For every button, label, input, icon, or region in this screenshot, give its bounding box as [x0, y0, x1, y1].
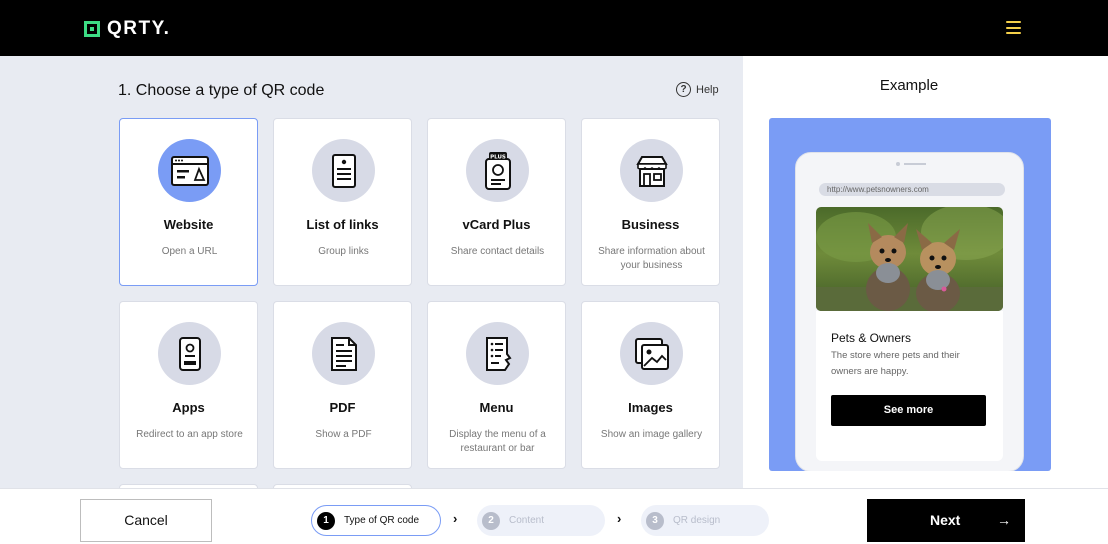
plus-badge: PLUS: [490, 154, 506, 160]
icon-circle: PLUS: [466, 139, 529, 202]
shop-name: Pets & Owners: [831, 331, 912, 345]
card-description: Open a URL: [161, 246, 218, 257]
question-mark-icon: ?: [676, 82, 691, 97]
images-gallery-icon: [634, 337, 669, 370]
icon-circle: [312, 322, 375, 385]
icon-circle: [620, 139, 683, 202]
shop-card: Pets & Owners The store where pets and t…: [816, 311, 1003, 461]
card-title: Business: [621, 217, 680, 232]
card-menu[interactable]: Menu Display the menu of a restaurant or…: [427, 301, 566, 469]
icon-circle: [158, 139, 221, 202]
icon-circle: [312, 139, 375, 202]
card-title: Images: [628, 400, 673, 415]
pdf-document-icon: [330, 336, 357, 371]
step-label: QR design: [673, 515, 721, 526]
url-bar: http://www.petsnowners.com: [819, 183, 1005, 196]
example-title: Example: [879, 77, 939, 94]
website-icon: [170, 155, 209, 186]
card-description: Show an image gallery: [600, 429, 703, 440]
card-list-of-links[interactable]: List of links Group links: [273, 118, 412, 286]
bottom-footer: Cancel 1 Type of QR code › 2 Content › 3…: [0, 488, 1108, 544]
pets-photo: [816, 207, 1003, 311]
qr-type-panel: 1. Choose a type of QR code ? Help Websi…: [0, 56, 743, 488]
step-number: 2: [482, 511, 500, 530]
section-title: 1. Choose a type of QR code: [118, 82, 325, 99]
logo[interactable]: QRTY.: [84, 18, 170, 40]
card-title: PDF: [329, 400, 356, 415]
card-title: vCard Plus: [462, 217, 531, 232]
step-content[interactable]: 2 Content: [477, 505, 605, 536]
step-type-of-qr-code[interactable]: 1 Type of QR code: [311, 505, 441, 536]
step-qr-design[interactable]: 3 QR design: [641, 505, 769, 536]
card-pdf[interactable]: PDF Show a PDF: [273, 301, 412, 469]
see-more-button[interactable]: See more: [831, 395, 986, 426]
business-storefront-icon: [635, 155, 668, 187]
card-business[interactable]: Business Share information about your bu…: [581, 118, 720, 286]
example-panel: Example http://www.petsnowners.com Pets …: [743, 56, 1108, 488]
card-description: Display the menu of a restaurant or bar: [449, 429, 546, 454]
chevron-right-icon: ›: [453, 511, 458, 526]
qr-logo-icon: [84, 21, 100, 37]
card-description: Share information about your business: [598, 246, 705, 271]
hamburger-menu-icon[interactable]: [1006, 21, 1021, 34]
logo-text: QRTY.: [107, 18, 171, 39]
phone-mockup: http://www.petsnowners.com Pets & Owners…: [795, 152, 1024, 471]
card-description: Share contact details: [450, 246, 545, 257]
icon-circle: [466, 322, 529, 385]
list-of-links-icon: [331, 153, 356, 188]
icon-circle: [158, 322, 221, 385]
help-link[interactable]: ? Help: [676, 82, 719, 97]
next-button[interactable]: Next →: [867, 499, 1025, 542]
card-website[interactable]: Website Open a URL: [119, 118, 258, 286]
icon-circle: [620, 322, 683, 385]
card-description: Redirect to an app store: [136, 429, 243, 440]
step-label: Content: [509, 515, 545, 526]
shop-description: The store where pets and their owners ar…: [831, 350, 960, 377]
next-label: Next: [930, 512, 961, 528]
cancel-button[interactable]: Cancel: [80, 499, 212, 542]
vcard-plus-icon: PLUS: [484, 151, 511, 190]
card-vcard-plus[interactable]: PLUS vCard Plus Share contact details: [427, 118, 566, 286]
menu-icon: [485, 336, 512, 371]
card-title: List of links: [306, 217, 379, 232]
top-header: QRTY.: [0, 0, 1108, 56]
card-description: Group links: [318, 246, 369, 257]
card-title: Website: [163, 217, 214, 232]
example-preview: http://www.petsnowners.com Pets & Owners…: [769, 118, 1051, 471]
card-description: Show a PDF: [315, 429, 372, 440]
card-title: Apps: [172, 400, 205, 415]
apps-phone-icon: [178, 336, 201, 371]
card-apps[interactable]: Apps Redirect to an app store: [119, 301, 258, 469]
arrow-right-icon: →: [997, 512, 1011, 528]
help-label: Help: [696, 83, 719, 96]
chevron-right-icon: ›: [617, 511, 622, 526]
card-images[interactable]: Images Show an image gallery: [581, 301, 720, 469]
card-title: Menu: [479, 400, 514, 415]
step-label: Type of QR code: [344, 515, 420, 526]
step-number: 1: [317, 511, 335, 530]
step-number: 3: [646, 511, 664, 530]
